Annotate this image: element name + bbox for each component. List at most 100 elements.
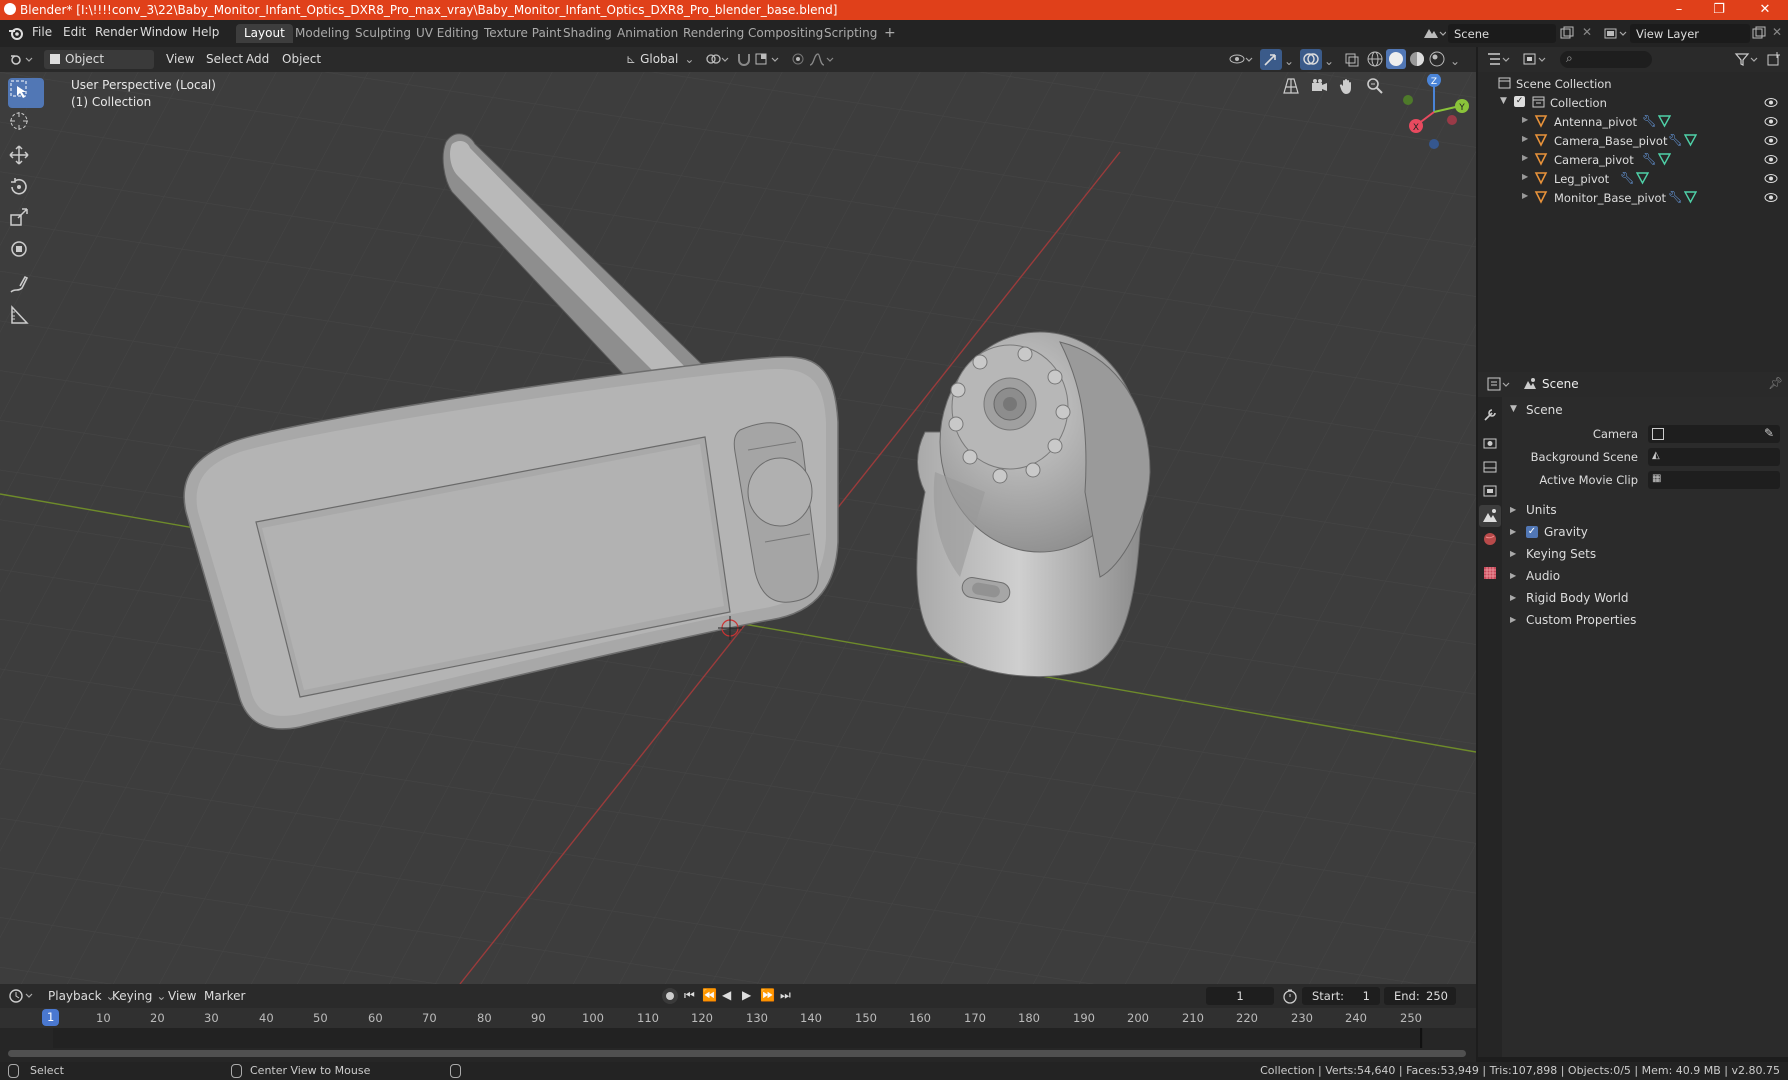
xray-toggle-icon[interactable] [1344, 51, 1360, 68]
outliner-row-object[interactable]: ▶ Camera_Base_pivot 🔧︎ [1478, 131, 1788, 150]
tab-scripting[interactable]: Scripting [816, 24, 885, 43]
tab-uv-editing[interactable]: UV Editing [408, 24, 487, 43]
world-tab-icon[interactable] [1482, 531, 1498, 547]
new-scene-icon[interactable] [1560, 26, 1574, 40]
scene-tab-icon[interactable] [1479, 505, 1501, 527]
jump-end-icon[interactable]: ⏭ [780, 988, 791, 1003]
restore-button[interactable]: ❐ [1696, 0, 1742, 20]
menu-timeline-view[interactable]: View [162, 987, 202, 1006]
gizmo-toggle-icon[interactable] [1260, 49, 1282, 70]
menu-view[interactable]: View [160, 50, 200, 69]
outliner-row-object[interactable]: ▶ Leg_pivot 🔧︎ [1478, 169, 1788, 188]
modifier-wrench-icon[interactable]: 🔧︎ [1668, 190, 1683, 204]
mode-dropdown[interactable]: Object Mode⌄ [44, 50, 154, 85]
outliner-row-object[interactable]: ▶ Antenna_pivot 🔧︎ [1478, 112, 1788, 131]
properties-editor-type-icon[interactable] [1486, 376, 1512, 393]
audio-section-header[interactable]: ▶ Audio [1502, 567, 1788, 587]
filter-icon[interactable] [1734, 51, 1760, 68]
measure-tool[interactable] [8, 304, 44, 334]
render-tab-icon[interactable] [1482, 435, 1498, 451]
tool-tab-icon[interactable] [1482, 407, 1498, 423]
rotate-tool[interactable] [8, 176, 44, 206]
menu-help[interactable]: Help [192, 25, 219, 39]
transform-orientation-dropdown[interactable]: ⊾ Global ⌄ [620, 50, 700, 69]
snap-target-icon[interactable] [754, 51, 782, 68]
delete-scene-icon[interactable]: ✕ [1582, 25, 1592, 39]
pan-hand-icon[interactable] [1338, 77, 1364, 103]
toggle-grid-view-icon[interactable] [1282, 77, 1308, 103]
modifier-wrench-icon[interactable]: 🔧︎ [1642, 114, 1657, 128]
chevron-down-icon[interactable]: ⌄ [1324, 54, 1334, 68]
visibility-selector-icon[interactable] [1228, 51, 1256, 68]
scene-selector-icon[interactable] [1420, 24, 1446, 43]
outliner-search-input[interactable]: ⌕ [1560, 51, 1652, 68]
output-tab-icon[interactable] [1482, 459, 1498, 475]
menu-edit[interactable]: Edit [63, 25, 86, 39]
outliner-row-object[interactable]: ▶ Camera_pivot 🔧︎ [1478, 150, 1788, 169]
navigation-gizmo[interactable]: Z Y X [1394, 74, 1474, 154]
view-layer-field[interactable]: View Layer [1630, 24, 1750, 43]
proportional-edit-icon[interactable] [790, 51, 806, 68]
editor-type-icon[interactable] [8, 50, 36, 69]
cursor-tool[interactable] [8, 110, 44, 140]
outliner-editor-type-icon[interactable] [1486, 51, 1512, 68]
overlays-toggle-icon[interactable] [1300, 49, 1322, 70]
view-layer-selector-icon[interactable] [1602, 24, 1628, 43]
pivot-point-icon[interactable] [704, 51, 730, 68]
menu-marker[interactable]: Marker [198, 987, 251, 1006]
move-tool[interactable] [8, 144, 44, 174]
3d-viewport[interactable]: User Perspective (Local) (1) Collection [0, 72, 1476, 984]
timeline-editor-type-icon[interactable] [8, 987, 36, 1005]
next-keyframe-icon[interactable]: ⏩ [760, 988, 775, 1002]
pin-icon[interactable]: 📌︎ [1768, 376, 1783, 390]
expand-arrow-icon[interactable]: ▶ [1522, 134, 1528, 143]
modifier-wrench-icon[interactable]: 🔧︎ [1668, 133, 1683, 147]
solid-shading-icon[interactable] [1386, 49, 1406, 69]
rigid-body-world-section-header[interactable]: ▶ Rigid Body World [1502, 589, 1788, 609]
expand-arrow-icon[interactable]: ▼ [1500, 96, 1507, 106]
new-collection-icon[interactable] [1766, 51, 1782, 67]
view-layer-tab-icon[interactable] [1482, 483, 1498, 499]
start-frame-field[interactable]: Start: 1 [1302, 987, 1380, 1005]
select-box-tool[interactable] [8, 78, 44, 108]
tab-layout[interactable]: Layout [236, 24, 293, 43]
gravity-checkbox[interactable]: ✓ [1526, 526, 1538, 538]
menu-file[interactable]: File [32, 25, 52, 39]
prev-keyframe-icon[interactable]: ⏪ [702, 988, 717, 1002]
display-mode-icon[interactable] [1522, 51, 1548, 68]
scene-name-field[interactable]: Scene [1448, 24, 1556, 43]
texture-tab-icon[interactable] [1482, 565, 1498, 581]
modifier-wrench-icon[interactable]: 🔧︎ [1642, 152, 1657, 166]
collection-checkbox[interactable]: ✓ [1514, 96, 1525, 107]
new-view-layer-icon[interactable] [1752, 26, 1766, 40]
eyedropper-icon[interactable]: ✎ [1764, 426, 1774, 440]
record-button[interactable] [662, 988, 678, 1004]
rendered-shading-icon[interactable] [1428, 50, 1446, 68]
chevron-down-icon[interactable]: ⌄ [1450, 54, 1460, 68]
jump-start-icon[interactable]: ⏮ [684, 988, 695, 1003]
delete-view-layer-icon[interactable]: ✕ [1772, 25, 1782, 39]
timeline-track-area[interactable] [0, 1028, 1476, 1066]
expand-arrow-icon[interactable]: ▶ [1522, 172, 1528, 181]
units-section-header[interactable]: ▶ Units [1502, 501, 1788, 521]
gravity-section-header[interactable]: ▶ ✓ Gravity [1502, 523, 1788, 543]
add-workspace-button[interactable]: + [876, 24, 904, 43]
chevron-down-icon[interactable]: ⌄ [1284, 54, 1294, 68]
end-frame-field[interactable]: End: 250 [1384, 987, 1456, 1005]
scene-section-header[interactable]: ▼ Scene [1502, 401, 1788, 421]
expand-arrow-icon[interactable]: ▶ [1522, 115, 1528, 124]
background-scene-field[interactable]: ◭ [1648, 448, 1780, 466]
current-frame-field[interactable]: 1 [1206, 987, 1274, 1005]
expand-arrow-icon[interactable]: ▶ [1522, 153, 1528, 162]
transform-tool[interactable] [8, 238, 44, 268]
timeline-scrollbar[interactable] [8, 1050, 1466, 1057]
falloff-icon[interactable] [808, 51, 836, 68]
play-icon[interactable]: ▶ [742, 988, 751, 1002]
outliner-row-object[interactable]: ▶ Monitor_Base_pivot 🔧︎ [1478, 188, 1788, 207]
menu-window[interactable]: Window [140, 25, 187, 39]
timeline-ruler[interactable]: 1 10 20 30 40 50 60 70 80 90 100 110 120… [0, 1008, 1476, 1028]
keying-sets-section-header[interactable]: ▶ Keying Sets [1502, 545, 1788, 565]
expand-arrow-icon[interactable]: ▶ [1522, 191, 1528, 200]
modifier-wrench-icon[interactable]: 🔧︎ [1620, 171, 1635, 185]
stopwatch-icon[interactable] [1282, 988, 1298, 1004]
